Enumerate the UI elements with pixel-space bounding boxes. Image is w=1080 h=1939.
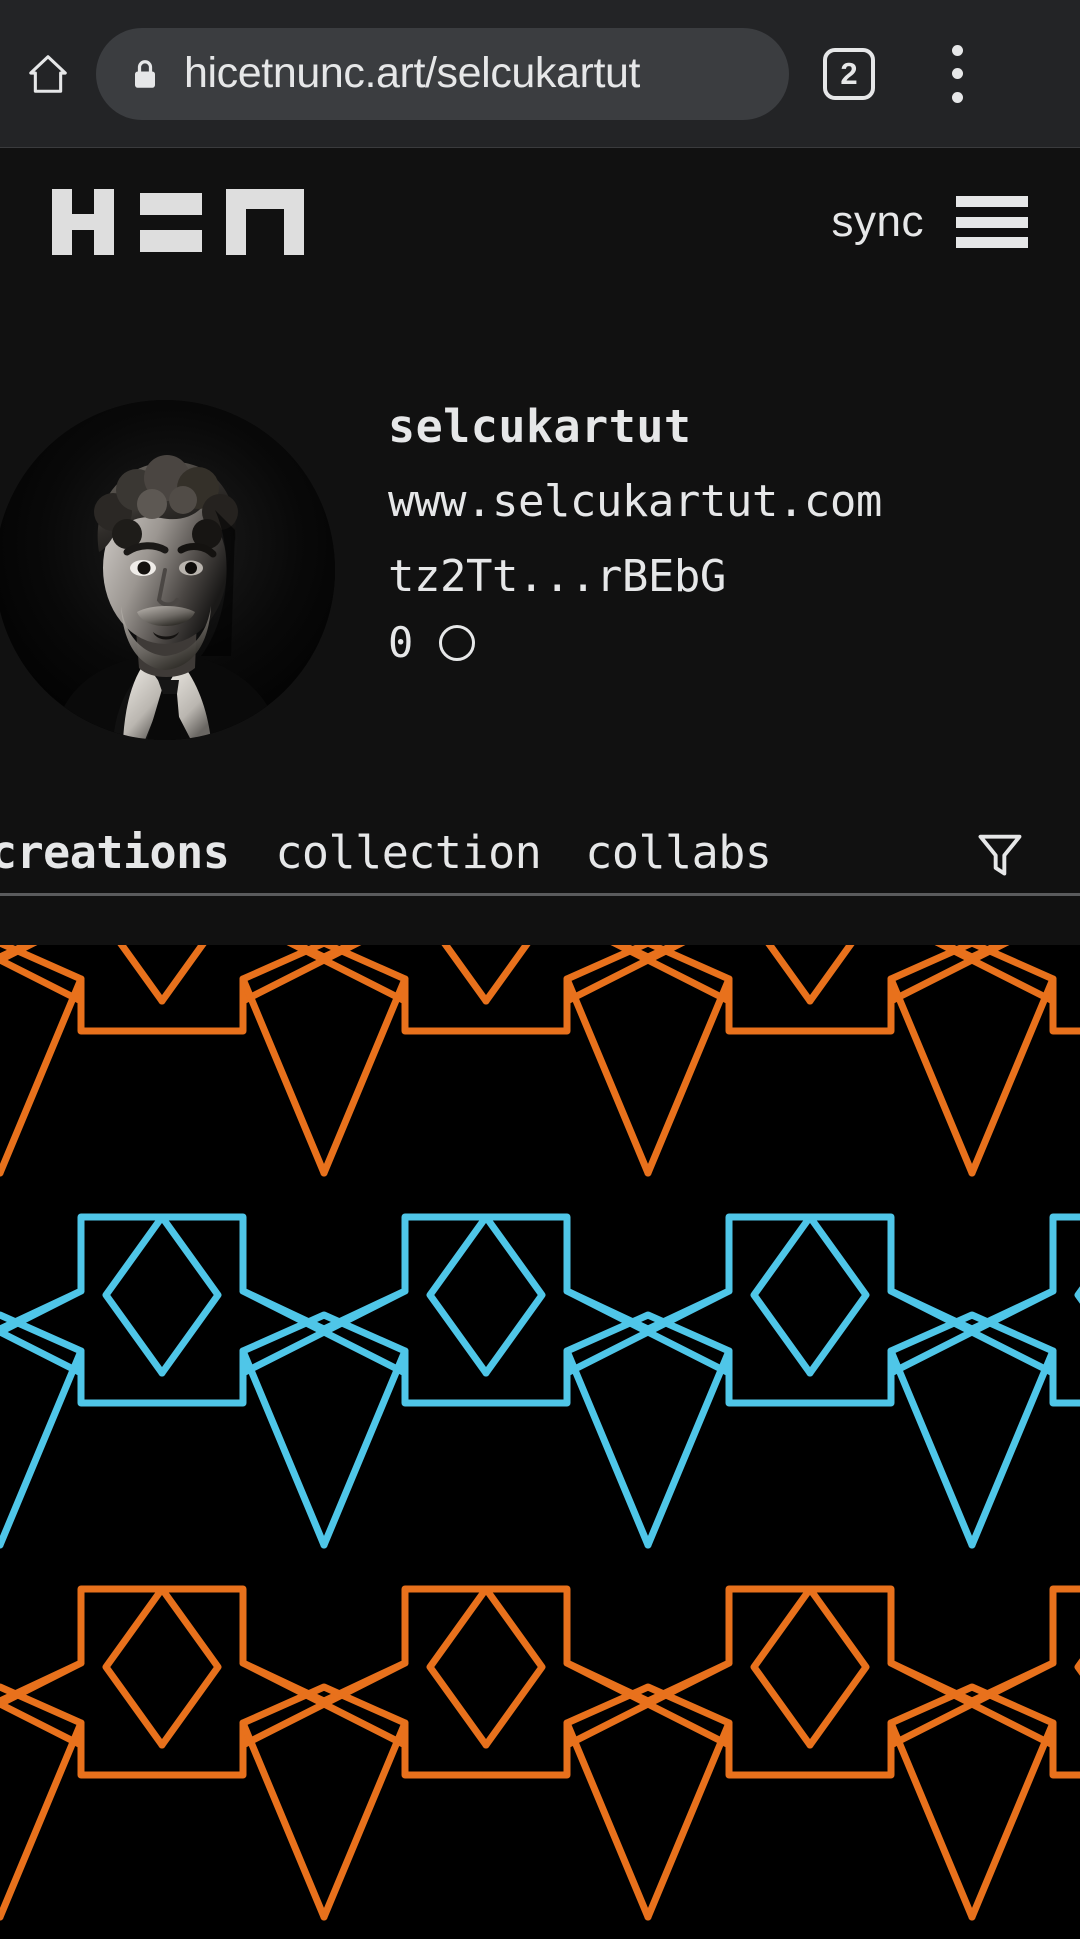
overflow-menu-icon <box>951 44 963 56</box>
sync-button[interactable]: sync <box>832 197 924 247</box>
profile-tabs: creations collection collabs <box>0 810 1080 894</box>
profile-stats: 0 <box>388 622 882 664</box>
lock-icon <box>135 59 155 88</box>
address-bar[interactable]: hicetnunc.art/selcukartut <box>96 27 789 120</box>
hamburger-menu-button[interactable] <box>956 196 1028 248</box>
tabs-divider <box>0 893 1080 896</box>
hamburger-menu-icon-bar <box>956 237 1028 248</box>
browser-toolbar: hicetnunc.art/selcukartut 2 <box>0 0 1080 148</box>
profile-stat-count: 0 <box>388 618 414 667</box>
overflow-menu-icon-dot <box>951 91 963 103</box>
profile-info: selcukartut www.selcukartut.com tz2Tt...… <box>388 404 882 664</box>
hamburger-menu-icon-bar <box>956 196 1028 207</box>
avatar-portrait-image <box>0 400 335 740</box>
hen-logo-icon <box>52 189 304 255</box>
profile-website-link[interactable]: www.selcukartut.com <box>388 480 882 524</box>
tab-collabs[interactable]: collabs <box>585 830 772 875</box>
home-icon <box>29 54 67 93</box>
filter-funnel-icon <box>978 834 1022 876</box>
home-button[interactable] <box>0 51 96 97</box>
profile-wallet-address[interactable]: tz2Tt...rBEbG <box>388 555 882 599</box>
hamburger-menu-icon-bar <box>956 216 1028 228</box>
circle-icon <box>439 625 476 661</box>
site-header: sync <box>0 148 1080 296</box>
profile-section: selcukartut www.selcukartut.com tz2Tt...… <box>0 390 1080 740</box>
artwork-geometric-pattern <box>0 945 1080 1939</box>
filter-button[interactable] <box>974 828 1026 880</box>
header-actions: sync <box>832 196 1028 248</box>
avatar[interactable] <box>0 400 335 740</box>
tab-counter-button[interactable]: 2 <box>823 47 875 100</box>
tab-counter-value: 2 <box>840 55 858 91</box>
hen-logo-link[interactable] <box>52 189 304 255</box>
address-bar-url: hicetnunc.art/selcukartut <box>184 49 641 97</box>
overflow-menu-icon-dot <box>951 68 963 79</box>
tab-collection[interactable]: collection <box>275 830 541 875</box>
tab-creations[interactable]: creations <box>0 830 230 875</box>
profile-name: selcukartut <box>388 400 692 453</box>
artwork-thumbnail[interactable] <box>0 945 1080 1939</box>
app-root: hicetnunc.art/selcukartut 2 sync selcuka… <box>0 0 1080 1939</box>
overflow-menu-button[interactable] <box>929 41 985 107</box>
